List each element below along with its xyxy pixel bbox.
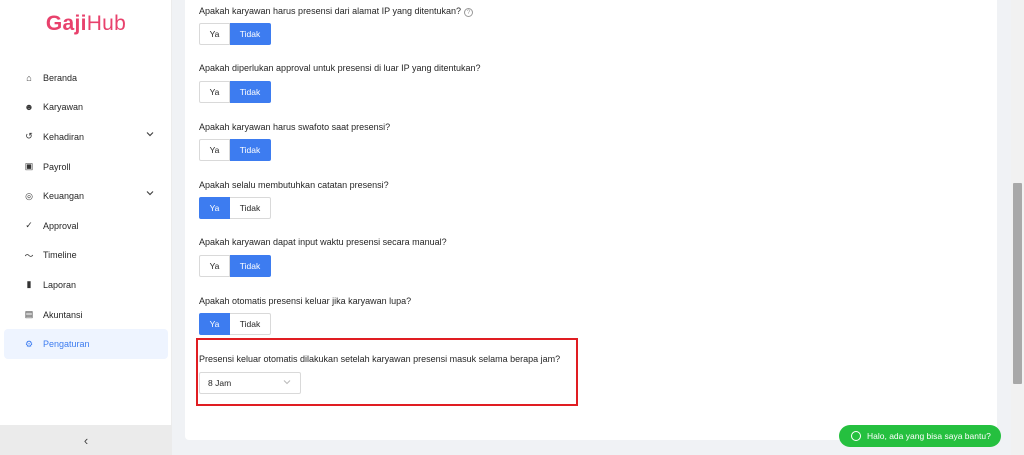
sidebar-item-label: Beranda: [43, 72, 78, 83]
sidebar-collapse-button[interactable]: ‹: [0, 425, 172, 455]
toggle-auto-checkout: Ya Tidak: [199, 313, 271, 335]
question-manual-time-input: Apakah karyawan dapat input waktu presen…: [199, 237, 447, 247]
question-ip-required: Apakah karyawan harus presensi dari alam…: [199, 6, 473, 17]
toggle-ip-required: Ya Tidak: [199, 23, 271, 45]
toggle-manual-time-input: Ya Tidak: [199, 255, 271, 277]
sidebar-item-laporan[interactable]: ▮ Laporan: [4, 270, 168, 300]
option-tidak[interactable]: Tidak: [230, 81, 271, 103]
chat-button-label: Halo, ada yang bisa saya bantu?: [867, 431, 991, 441]
sidebar-item-label: Approval: [43, 220, 79, 231]
select-value: 8 Jam: [208, 378, 232, 388]
sidebar-item-label: Pengaturan: [43, 339, 90, 350]
payroll-icon: ▣: [24, 161, 34, 172]
question-text: Apakah otomatis presensi keluar jika kar…: [199, 296, 412, 306]
option-ya[interactable]: Ya: [199, 313, 230, 335]
sidebar-menu: ⌂ Beranda ☻ Karyawan ↺ Kehadiran ▣ Payro…: [0, 63, 172, 359]
book-icon: ▤: [24, 309, 34, 320]
option-tidak[interactable]: Tidak: [230, 313, 271, 335]
question-text: Apakah karyawan harus presensi dari alam…: [199, 6, 461, 16]
gear-icon: ⚙: [24, 338, 34, 349]
question-text: Apakah selalu membutuhkan catatan presen…: [199, 180, 389, 190]
question-notes-required: Apakah selalu membutuhkan catatan presen…: [199, 180, 389, 190]
chevron-down-icon: [146, 132, 154, 137]
timeline-icon: 〜: [24, 250, 34, 261]
bar-chart-icon: ▮: [26, 279, 32, 290]
scrollbar-thumb[interactable]: [1013, 183, 1022, 384]
option-tidak[interactable]: Tidak: [230, 23, 271, 45]
sidebar-item-timeline[interactable]: 〜 Timeline: [4, 241, 168, 271]
money-icon: ◎: [25, 190, 33, 201]
option-tidak[interactable]: Tidak: [230, 197, 271, 219]
check-circle-icon: ✓: [25, 220, 33, 231]
toggle-approval-outside-ip: Ya Tidak: [199, 81, 271, 103]
sidebar-item-label: Karyawan: [43, 102, 84, 113]
whatsapp-chat-button[interactable]: Halo, ada yang bisa saya bantu?: [839, 425, 1001, 447]
auto-checkout-hours-select[interactable]: 8 Jam: [199, 372, 301, 394]
question-auto-checkout: Apakah otomatis presensi keluar jika kar…: [199, 296, 411, 306]
sidebar-item-akuntansi[interactable]: ▤ Akuntansi: [4, 300, 168, 330]
sidebar-item-beranda[interactable]: ⌂ Beranda: [4, 63, 168, 93]
sidebar-item-label: Payroll: [43, 161, 71, 172]
sidebar-item-karyawan[interactable]: ☻ Karyawan: [4, 93, 168, 123]
chevron-down-icon: [146, 191, 154, 196]
option-ya[interactable]: Ya: [199, 197, 230, 219]
sidebar-item-keuangan[interactable]: ◎ Keuangan: [4, 181, 168, 211]
app-logo[interactable]: GajiHub: [0, 12, 172, 36]
option-ya[interactable]: Ya: [199, 23, 230, 45]
option-ya[interactable]: Ya: [199, 255, 230, 277]
sidebar-item-label: Kehadiran: [43, 131, 85, 142]
users-icon: ☻: [24, 102, 34, 113]
question-text: Apakah diperlukan approval untuk presens…: [199, 63, 481, 73]
help-circle-icon[interactable]: ?: [464, 8, 473, 17]
toggle-selfie-required: Ya Tidak: [199, 139, 271, 161]
question-text: Apakah karyawan harus swafoto saat prese…: [199, 122, 391, 132]
question-text: Presensi keluar otomatis dilakukan setel…: [199, 354, 561, 364]
sidebar-item-label: Akuntansi: [43, 309, 83, 320]
logo-text-hub: Hub: [86, 12, 127, 35]
toggle-notes-required: Ya Tidak: [199, 197, 271, 219]
option-tidak[interactable]: Tidak: [230, 255, 271, 277]
option-ya[interactable]: Ya: [199, 81, 230, 103]
sidebar-item-pengaturan[interactable]: ⚙ Pengaturan: [4, 329, 168, 359]
whatsapp-icon: [851, 431, 861, 441]
option-ya[interactable]: Ya: [199, 139, 230, 161]
question-selfie-required: Apakah karyawan harus swafoto saat prese…: [199, 122, 390, 132]
history-icon: ↺: [25, 131, 33, 142]
question-approval-outside-ip: Apakah diperlukan approval untuk presens…: [199, 63, 481, 73]
sidebar-item-approval[interactable]: ✓ Approval: [4, 211, 168, 241]
sidebar-item-label: Timeline: [43, 250, 77, 261]
chevron-down-icon: [283, 380, 291, 385]
home-icon: ⌂: [26, 72, 32, 83]
logo-text-gaji: Gaji: [45, 12, 87, 35]
sidebar-item-label: Keuangan: [43, 191, 85, 202]
question-auto-checkout-hours: Presensi keluar otomatis dilakukan setel…: [199, 354, 560, 364]
question-text: Apakah karyawan dapat input waktu presen…: [199, 237, 447, 247]
sidebar: GajiHub ⌂ Beranda ☻ Karyawan ↺ Kehadiran…: [0, 0, 172, 455]
sidebar-item-payroll[interactable]: ▣ Payroll: [4, 152, 168, 182]
sidebar-item-kehadiran[interactable]: ↺ Kehadiran: [4, 122, 168, 152]
option-tidak[interactable]: Tidak: [230, 139, 271, 161]
sidebar-item-label: Laporan: [43, 279, 77, 290]
chevron-left-icon: ‹: [83, 432, 89, 448]
